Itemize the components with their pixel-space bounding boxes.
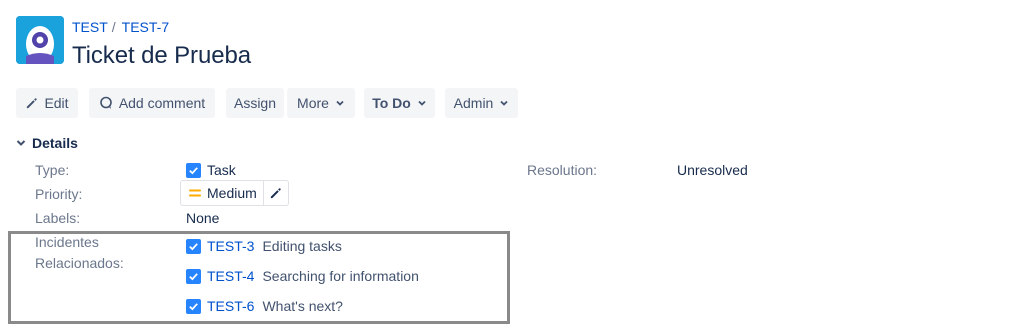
type-value-text: Task [207,162,236,178]
details-heading: Details [32,135,78,151]
comment-icon [100,96,112,109]
assign-button-label: Assign [233,95,277,111]
type-label: Type: [35,162,70,178]
resolution-value: Unresolved [677,162,748,178]
labels-label: Labels: [35,210,81,226]
details-section-toggle[interactable]: Details [16,135,78,151]
more-button-label: More [297,95,329,111]
issue-title[interactable]: Ticket de Prueba [72,42,251,70]
assign-button[interactable]: Assign [226,88,284,118]
pencil-icon [271,187,281,198]
breadcrumb-project-link[interactable]: TEST [72,19,108,35]
breadcrumb-separator: / [111,19,116,35]
resolution-label: Resolution: [527,162,598,178]
priority-value-text: Medium [207,185,257,201]
chevron-down-icon [500,100,508,106]
priority-value: Medium [181,181,263,205]
priority-medium-icon [189,189,201,197]
type-value: Task [186,162,236,178]
task-icon [186,162,201,178]
status-button-label: To Do [372,95,411,111]
priority-field[interactable]: Medium [180,180,289,206]
breadcrumb-issue-link[interactable]: TEST-7 [122,19,169,35]
edit-button-label: Edit [44,95,69,111]
priority-edit-button[interactable] [262,181,288,205]
labels-value: None [186,210,220,226]
admin-button[interactable]: Admin [445,88,518,118]
breadcrumb: TEST / TEST-7 [72,19,169,35]
project-avatar-icon [16,16,64,64]
add-comment-button[interactable]: Add comment [89,88,215,118]
edit-button[interactable]: Edit [16,88,78,118]
priority-label: Priority: [35,186,83,202]
project-avatar[interactable] [16,16,64,64]
chevron-down-icon [16,140,26,146]
admin-button-label: Admin [453,95,494,111]
add-comment-button-label: Add comment [118,95,206,111]
highlight-box [8,231,510,324]
chevron-down-icon [336,100,344,106]
status-todo-button[interactable]: To Do [364,88,435,118]
chevron-down-icon [418,100,426,106]
pencil-icon [27,97,38,108]
more-button[interactable]: More [287,88,355,118]
